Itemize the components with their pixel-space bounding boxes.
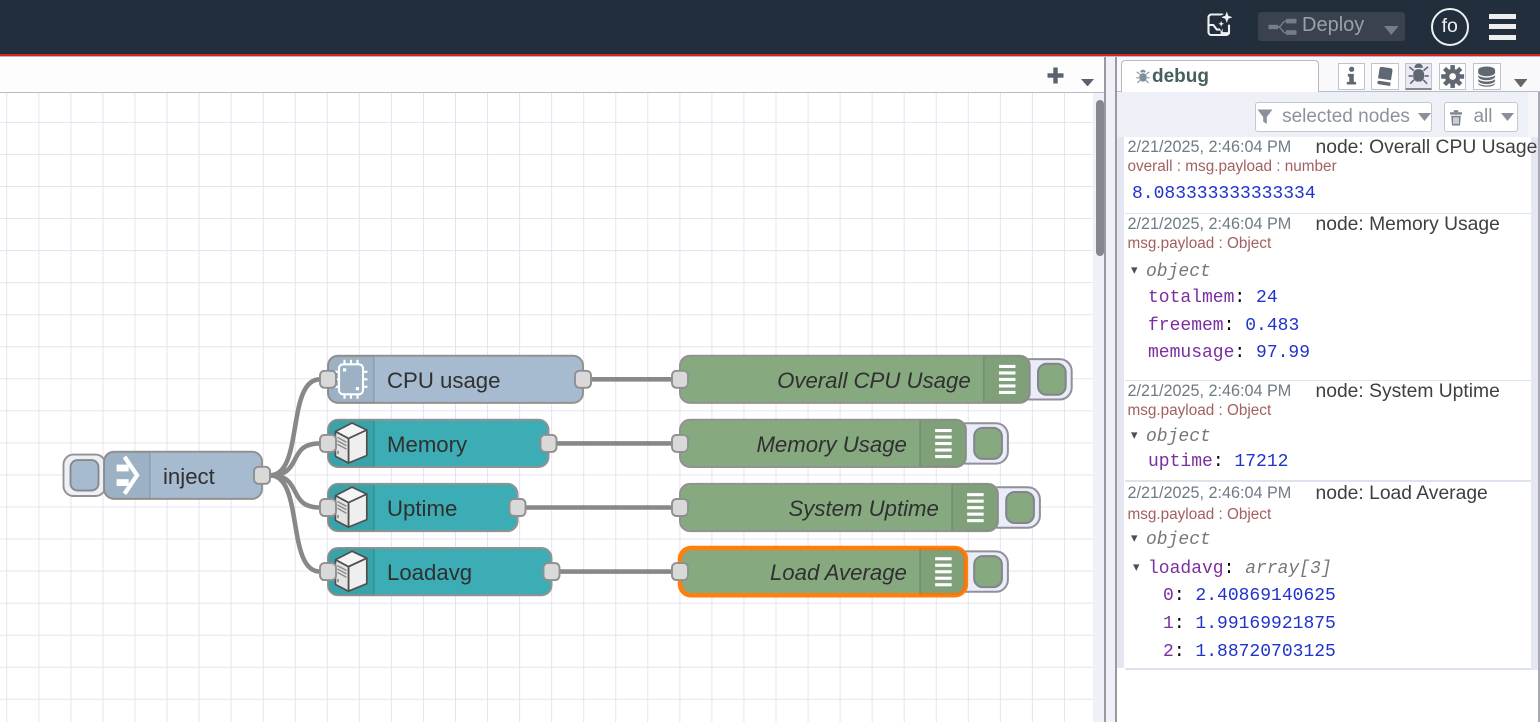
svg-text:Memory: Memory [387, 431, 468, 456]
svg-text:inject: inject [163, 463, 215, 488]
svg-text:System Uptime: System Uptime [788, 496, 938, 521]
svg-text:Uptime: Uptime [387, 496, 457, 521]
svg-text:Load Average: Load Average [770, 560, 907, 585]
svg-text:Overall CPU Usage: Overall CPU Usage [777, 367, 971, 392]
svg-text:Memory Usage: Memory Usage [756, 431, 906, 456]
svg-text:Loadavg: Loadavg [387, 560, 472, 585]
svg-text:CPU usage: CPU usage [387, 367, 500, 392]
